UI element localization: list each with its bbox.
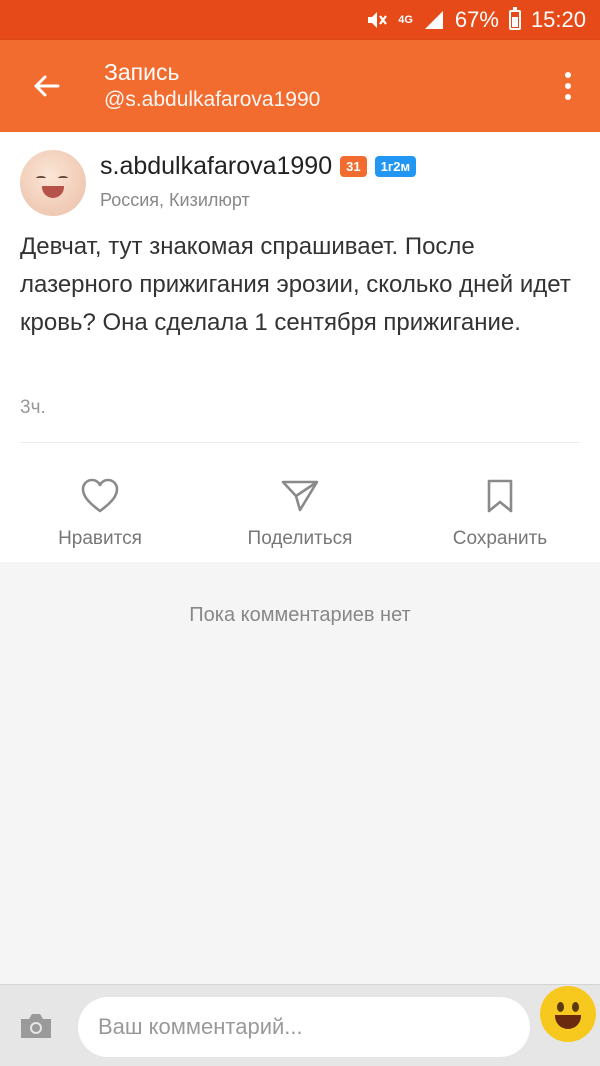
network-type: 4G — [398, 14, 413, 26]
post-actions: Нравится Поделиться Сохранить — [0, 476, 600, 556]
smiley-icon[interactable] — [540, 986, 596, 1042]
clock: 15:20 — [530, 7, 586, 32]
comment-composer — [0, 984, 600, 1066]
bookmark-icon — [485, 476, 515, 516]
share-label: Поделиться — [247, 528, 353, 549]
author-name[interactable]: s.abdulkafarova1990 — [100, 152, 332, 181]
save-label: Сохранить — [452, 528, 548, 549]
battery-icon — [508, 7, 521, 30]
like-button[interactable]: Нравится — [0, 476, 200, 550]
post-text: Девчат, тут знакомая спрашивает. После л… — [20, 233, 571, 336]
save-button[interactable]: Сохранить — [400, 476, 600, 550]
age-badge: 31 — [340, 156, 367, 177]
signal-icon — [423, 9, 445, 31]
no-comments-text: Пока комментариев нет — [189, 604, 411, 626]
more-vert-icon — [565, 72, 571, 78]
comment-input[interactable] — [78, 997, 530, 1057]
battery-percent: 67% — [454, 7, 499, 32]
send-icon — [280, 476, 320, 516]
tenure-badge: 1г2м — [374, 156, 417, 177]
page-subtitle: @s.abdulkafarova1990 — [104, 88, 321, 111]
camera-icon[interactable] — [18, 1011, 54, 1041]
post-card: s.abdulkafarova1990 31 1г2м Россия, Кизи… — [0, 132, 600, 562]
mute-icon — [364, 8, 388, 32]
heart-icon — [80, 476, 120, 516]
like-label: Нравится — [58, 528, 142, 549]
share-button[interactable]: Поделиться — [200, 476, 400, 550]
author-location: Россия, Кизилюрт — [100, 190, 250, 210]
back-arrow-icon — [34, 75, 60, 97]
more-options-button[interactable] — [550, 64, 586, 108]
post-time: 3ч. — [20, 397, 46, 418]
back-button[interactable] — [22, 62, 70, 110]
app-bar: Запись @s.abdulkafarova1990 — [0, 40, 600, 132]
divider — [20, 442, 580, 443]
avatar[interactable] — [20, 150, 86, 216]
status-bar: 4G 67% 15:20 — [0, 0, 600, 40]
page-title: Запись — [104, 59, 180, 85]
